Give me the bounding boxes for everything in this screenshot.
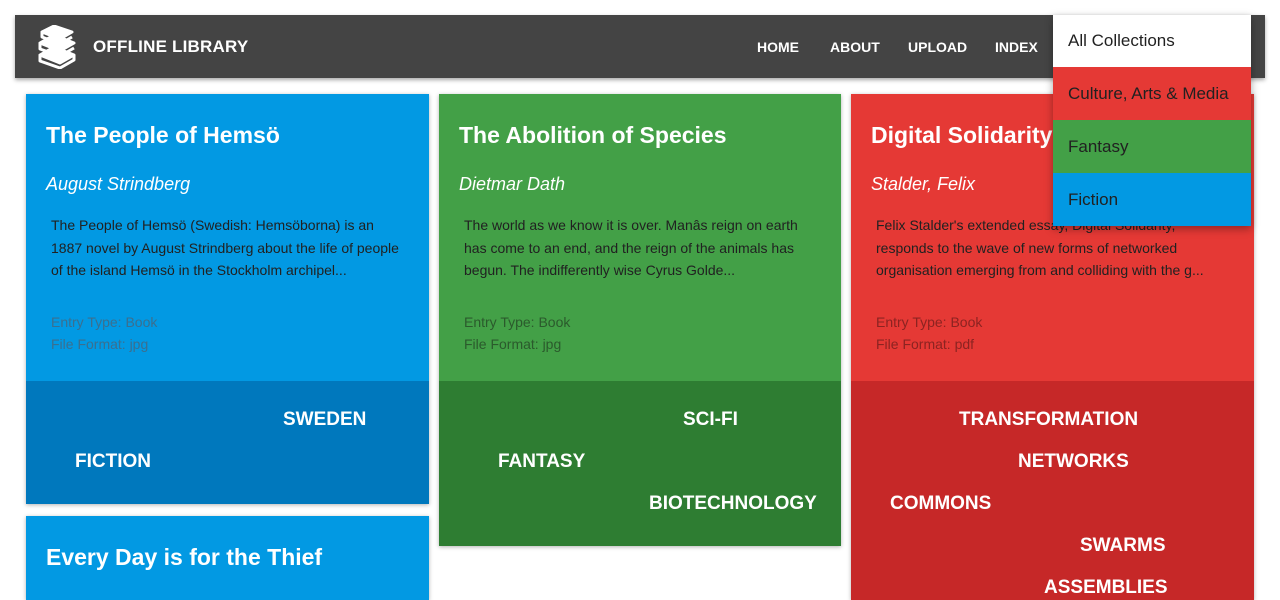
tag-link[interactable]: COMMONS <box>890 493 991 515</box>
tag-cloud: SWEDEN FICTION <box>26 381 429 504</box>
tag-cloud: SCI-FI FANTASY BIOTECHNOLOGY <box>439 381 841 546</box>
book-author: Dietmar Dath <box>459 174 566 194</box>
book-title[interactable]: Every Day is for the Thief <box>46 544 322 571</box>
entry-type: Entry Type: Book <box>464 314 571 330</box>
nav-link-upload[interactable]: UPLOAD <box>908 39 967 55</box>
tag-link[interactable]: NETWORKS <box>1018 451 1129 473</box>
nav-link-home[interactable]: HOME <box>757 39 799 55</box>
file-format: File Format: jpg <box>51 336 149 352</box>
book-author: August Strindberg <box>46 174 191 194</box>
card-header: The Abolition of Species Dietmar Dath Th… <box>439 94 841 381</box>
file-format: File Format: pdf <box>876 336 975 352</box>
book-title[interactable]: The Abolition of Species <box>459 122 727 149</box>
book-description: The world as we know it is over. Manâs r… <box>464 217 798 278</box>
file-format: File Format: jpg <box>464 336 562 352</box>
brand-title[interactable]: OFFLINE LIBRARY <box>93 37 248 57</box>
entry-type: Entry Type: Book <box>876 314 983 330</box>
book-author: Stalder, Felix <box>871 174 976 194</box>
dropdown-item-all-collections[interactable]: All Collections <box>1053 15 1251 67</box>
card-header: The People of Hemsö August Strindberg Th… <box>26 94 429 381</box>
nav-link-about[interactable]: ABOUT <box>830 39 880 55</box>
tag-link[interactable]: ASSEMBLIES <box>1044 577 1168 599</box>
book-card[interactable]: Every Day is for the Thief <box>26 516 429 600</box>
book-description: The People of Hemsö (Swedish: Hemsöborna… <box>51 217 399 278</box>
tag-link[interactable]: FANTASY <box>498 451 585 473</box>
tag-link[interactable]: BIOTECHNOLOGY <box>649 493 817 515</box>
collections-dropdown: All Collections Culture, Arts & Media Fa… <box>1053 15 1251 226</box>
tag-link[interactable]: SCI-FI <box>683 409 738 431</box>
dropdown-item-culture-arts-media[interactable]: Culture, Arts & Media <box>1053 67 1251 120</box>
tag-link[interactable]: FICTION <box>75 451 151 473</box>
book-title[interactable]: Digital Solidarity <box>871 122 1052 149</box>
books-icon[interactable] <box>36 25 78 69</box>
book-card[interactable]: The People of Hemsö August Strindberg Th… <box>26 94 429 504</box>
tag-cloud: TRANSFORMATION NETWORKS COMMONS SWARMS A… <box>851 381 1254 600</box>
tag-link[interactable]: SWARMS <box>1080 535 1166 557</box>
dropdown-item-fantasy[interactable]: Fantasy <box>1053 120 1251 173</box>
book-card[interactable]: The Abolition of Species Dietmar Dath Th… <box>439 94 841 546</box>
book-title[interactable]: The People of Hemsö <box>46 122 280 149</box>
tag-link[interactable]: TRANSFORMATION <box>959 409 1138 431</box>
tag-link[interactable]: SWEDEN <box>283 409 366 431</box>
entry-type: Entry Type: Book <box>51 314 158 330</box>
dropdown-item-fiction[interactable]: Fiction <box>1053 173 1251 226</box>
nav-link-index[interactable]: INDEX <box>995 39 1038 55</box>
